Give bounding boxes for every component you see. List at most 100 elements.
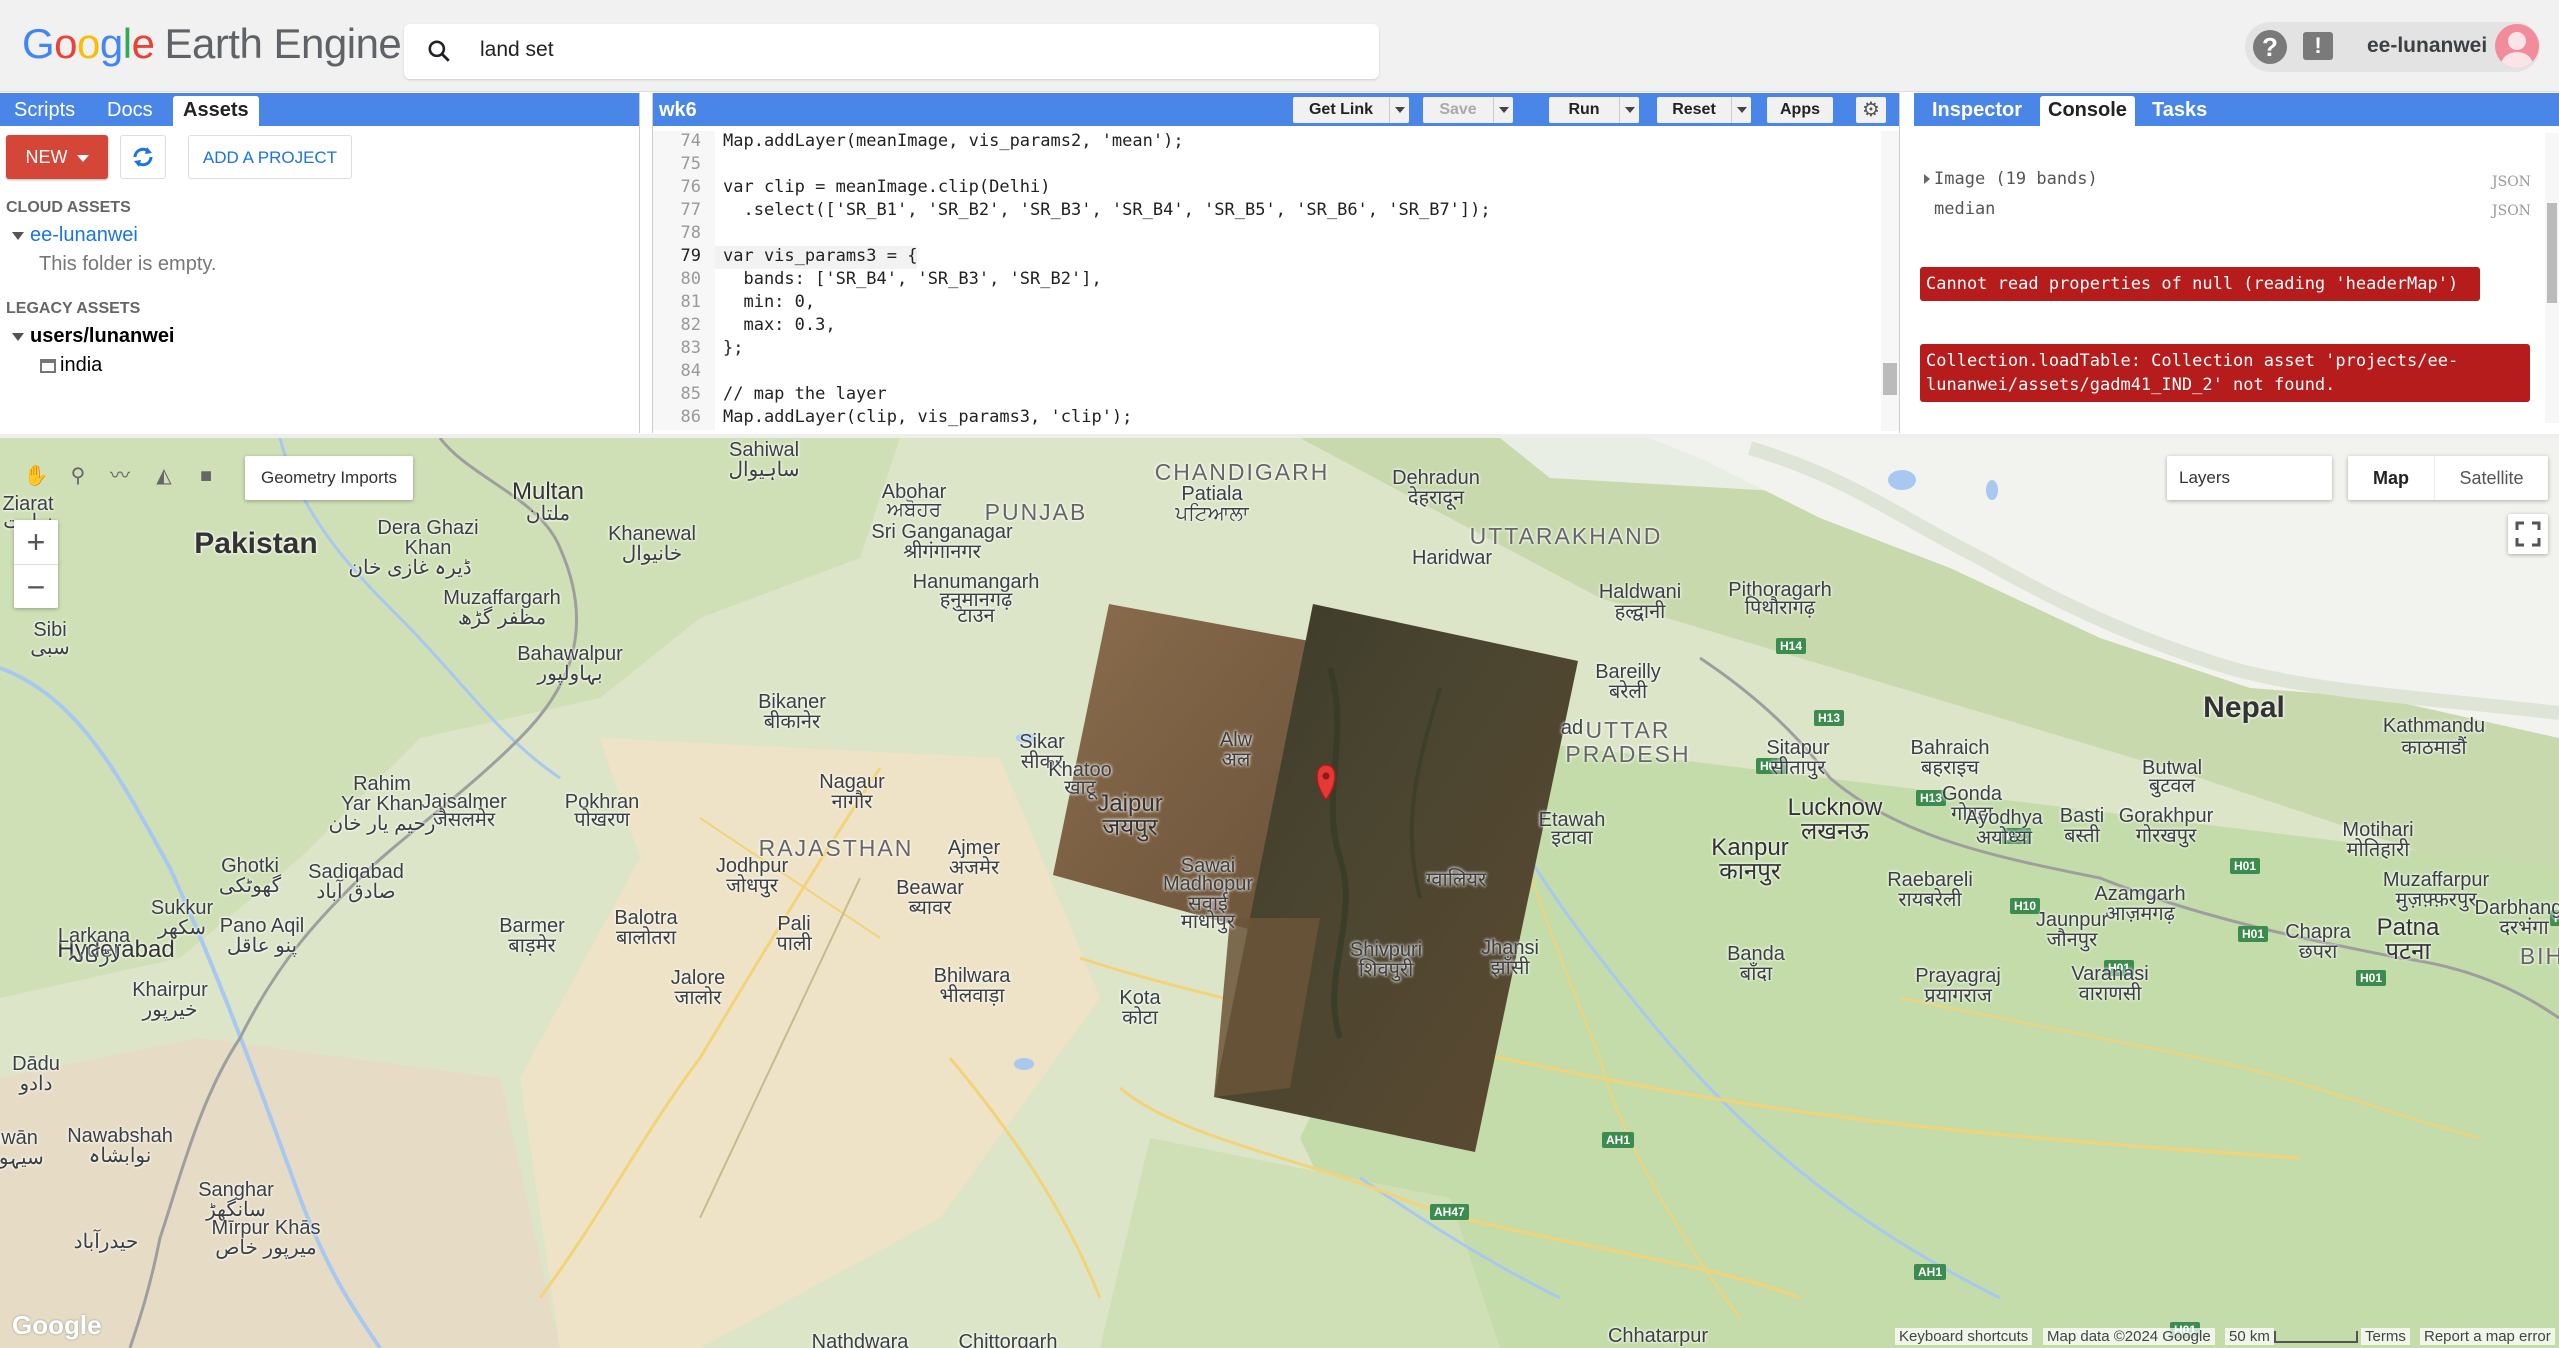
polyline-icon[interactable]: 〰 [102, 458, 138, 494]
code-line[interactable]: 75 [653, 154, 1883, 177]
tab-tasks[interactable]: Tasks [2144, 96, 2215, 126]
search-bar[interactable]: land set [404, 24, 1379, 79]
code-line[interactable]: 78 [653, 223, 1883, 246]
code-line[interactable]: 74 Map.addLayer(meanImage, vis_params2, '… [653, 131, 1883, 154]
code-line[interactable]: 84 [653, 361, 1883, 384]
place-label-hanumangarh-hi2: टाउन [957, 605, 995, 627]
code-line[interactable]: 77 .select(['SR_B1', 'SR_B2', 'SR_B3', '… [653, 200, 1883, 223]
logo-letter: l [122, 20, 132, 67]
tab-inspector[interactable]: Inspector [1924, 96, 2030, 126]
line-code[interactable]: Map.addLayer(meanImage, vis_params2, 'me… [715, 131, 1184, 154]
code-lines[interactable]: 74 Map.addLayer(meanImage, vis_params2, '… [653, 131, 1883, 430]
map-type-satellite[interactable]: Satellite [2434, 456, 2548, 500]
code-line[interactable]: 80 bands: ['SR_B4', 'SR_B3', 'SR_B2'], [653, 269, 1883, 292]
road-marker: H14 [1776, 638, 1807, 654]
gear-icon[interactable]: ⚙ [1856, 97, 1886, 123]
feedback-icon[interactable]: ! [2303, 32, 2333, 60]
place-label-ayodhya: Ayodhya [1965, 807, 2043, 829]
rectangle-icon[interactable]: ■ [188, 458, 224, 494]
apps-button[interactable]: Apps [1767, 97, 1833, 123]
json-link[interactable]: JSON [2492, 174, 2531, 190]
code-line[interactable]: 83}; [653, 338, 1883, 361]
get-link-button[interactable]: Get Link [1293, 97, 1409, 123]
map-view[interactable]: H14H13H01H13H11H10H01H01H01H03H01AH1AH47… [0, 438, 2559, 1348]
avatar[interactable] [2495, 24, 2539, 68]
zoom-out-button[interactable]: − [14, 564, 58, 608]
add-project-button[interactable]: ADD A PROJECT [188, 135, 352, 179]
zoom-in-button[interactable]: + [14, 520, 58, 564]
console-image-entry[interactable]: Image (19 bands) [1924, 169, 2098, 189]
place-label-motihari: Motihari [2342, 819, 2414, 841]
place-label-sadiqabad: Sadiqabad [308, 861, 404, 883]
line-number: 86 [653, 407, 715, 430]
asset-item-india[interactable]: india [40, 354, 102, 377]
tab-docs[interactable]: Docs [97, 96, 163, 126]
line-code[interactable] [715, 361, 723, 384]
place-label-haridwar: Haridwar [1411, 547, 1493, 569]
terms-link[interactable]: Terms [2361, 1328, 2410, 1345]
tab-console[interactable]: Console [2040, 96, 2135, 126]
new-button[interactable]: NEW [6, 135, 108, 179]
earth-engine-logo[interactable]: Google Earth Engine [22, 20, 402, 68]
tab-assets[interactable]: Assets [173, 96, 259, 126]
refresh-button[interactable] [120, 135, 166, 179]
line-code[interactable]: }; [715, 338, 743, 361]
line-code[interactable]: bands: ['SR_B4', 'SR_B3', 'SR_B2'], [715, 269, 1101, 292]
line-code[interactable]: var clip = meanImage.clip(Delhi) [715, 177, 1051, 200]
tab-scripts[interactable]: Scripts [4, 96, 85, 126]
chevron-down-icon[interactable] [1389, 97, 1409, 123]
script-title: wk6 [659, 99, 697, 121]
code-line[interactable]: 76 var clip = meanImage.clip(Delhi) [653, 177, 1883, 200]
code-line[interactable]: 85// map the layer [653, 384, 1883, 407]
hand-icon[interactable]: ✋ [18, 458, 54, 494]
line-code[interactable]: min: 0, [715, 292, 815, 315]
code-line[interactable]: 81 min: 0, [653, 292, 1883, 315]
save-button[interactable]: Save [1423, 97, 1513, 123]
place-label-bahawalpur: Bahawalpur [517, 643, 623, 665]
help-icon[interactable]: ? [2253, 30, 2287, 64]
project-selector[interactable]: ee-lunanwei [2367, 34, 2487, 58]
line-code[interactable]: Map.addLayer(clip, vis_params3, 'clip'); [715, 407, 1132, 430]
place-label-hwan: hwān [0, 1127, 38, 1149]
place-label-sanghar: Sanghar [198, 1179, 274, 1201]
line-code[interactable]: max: 0.3, [715, 315, 835, 338]
place-label-rahim2: Yar Khan [341, 793, 423, 815]
fullscreen-button[interactable] [2508, 514, 2548, 554]
chevron-down-icon[interactable] [1619, 97, 1639, 123]
report-map-error-link[interactable]: Report a map error [2420, 1328, 2555, 1345]
geometry-imports-button[interactable]: Geometry Imports [245, 456, 413, 500]
reset-button[interactable]: Reset [1657, 97, 1751, 123]
code-line[interactable]: 79 var vis_params3 = { [653, 246, 1883, 269]
marker-icon[interactable]: ⚲ [60, 458, 96, 494]
polygon-icon[interactable]: ◭ [146, 458, 182, 494]
keyboard-shortcuts-link[interactable]: Keyboard shortcuts [1895, 1328, 2033, 1345]
json-link[interactable]: JSON [2492, 203, 2531, 219]
line-code[interactable]: // map the layer [715, 384, 887, 407]
code-line[interactable]: 86 Map.addLayer(clip, vis_params3, 'clip'… [653, 407, 1883, 430]
place-label-balotra: Balotra [614, 907, 678, 929]
tree-folder-users-lunanwei[interactable]: users/lunanwei [12, 325, 175, 348]
place-label-gorakhpur-hi: गोरखपुर [2135, 825, 2197, 847]
place-label-dadu-ur: دادو [19, 1073, 53, 1095]
scrollbar-thumb[interactable] [2547, 203, 2557, 303]
place-label-jaunpur: Jaunpur [2035, 909, 2109, 931]
run-button[interactable]: Run [1549, 97, 1639, 123]
code-scrollbar[interactable] [1881, 131, 1899, 431]
get-link-label: Get Link [1308, 101, 1373, 118]
scale-label[interactable]: 50 km [2225, 1328, 2274, 1345]
line-code[interactable] [715, 223, 723, 246]
search-input[interactable]: land set [480, 38, 554, 62]
layers-button[interactable]: Layers [2167, 456, 2332, 500]
right-tabbar: Inspector Console Tasks [1914, 93, 2559, 126]
console-scrollbar[interactable] [2545, 133, 2559, 423]
line-code[interactable] [715, 154, 723, 177]
chevron-down-icon[interactable] [1731, 97, 1751, 123]
line-code[interactable]: var vis_params3 = { [715, 246, 918, 269]
place-label-rahim: Rahim [353, 773, 411, 795]
chevron-down-icon[interactable] [1493, 97, 1513, 123]
line-code[interactable]: .select(['SR_B1', 'SR_B2', 'SR_B3', 'SR_… [715, 200, 1490, 223]
tree-folder-ee-lunanwei[interactable]: ee-lunanwei [12, 224, 138, 247]
scrollbar-thumb[interactable] [1883, 363, 1897, 395]
code-line[interactable]: 82 max: 0.3, [653, 315, 1883, 338]
map-type-map[interactable]: Map [2348, 456, 2434, 500]
